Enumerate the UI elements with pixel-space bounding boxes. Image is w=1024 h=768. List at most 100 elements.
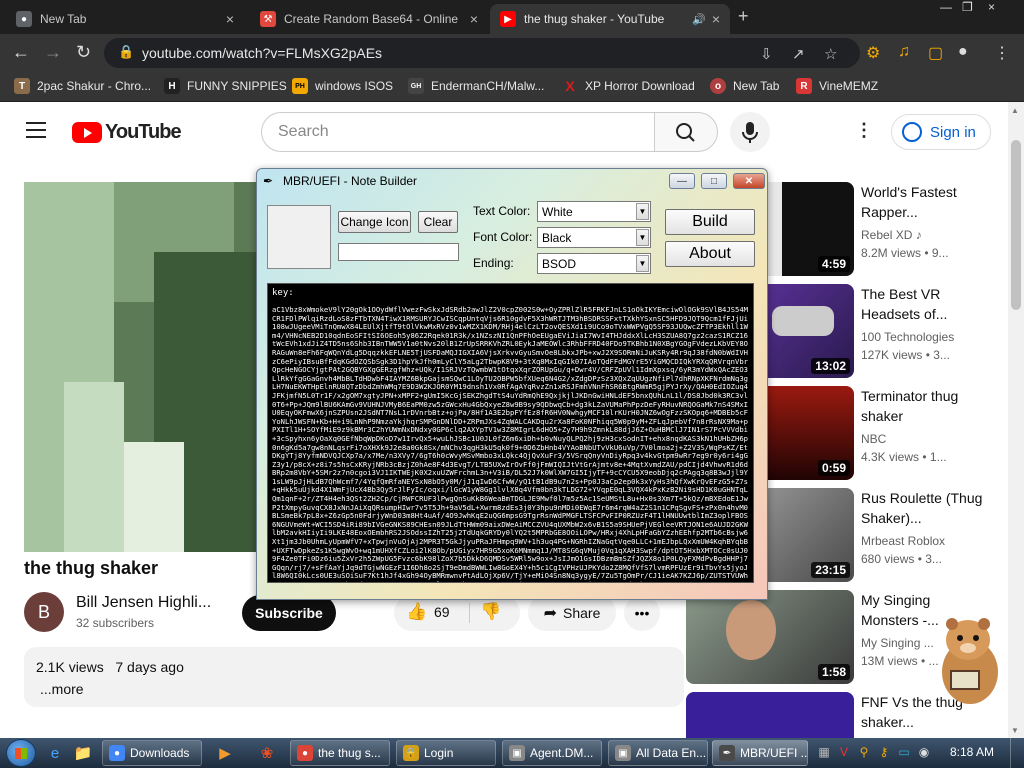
minimize-button[interactable]: — — [669, 173, 695, 189]
close-icon[interactable]: × — [988, 0, 995, 20]
dropdown-arrow-icon[interactable]: ▼ — [636, 203, 649, 220]
tray-key-icon[interactable]: ⚷ — [876, 743, 892, 761]
bookmark-new-tab[interactable]: o New Tab — [710, 78, 779, 94]
taskbar-item-agent[interactable]: ▣ Agent.DM... — [502, 740, 602, 766]
app-icon[interactable]: ❀ — [254, 742, 280, 764]
tray-display-icon[interactable]: ▭ — [896, 743, 912, 761]
related-channel[interactable]: Mrbeast Roblox — [861, 534, 945, 548]
tray-v-icon[interactable]: V — [836, 743, 852, 761]
change-icon-button[interactable]: Change Icon — [338, 211, 411, 233]
tray-volume-icon[interactable]: ◉ — [916, 743, 932, 761]
taskbar-item-note-builder[interactable]: ✒ MBR/UEFI ... — [712, 740, 808, 766]
menu-icon[interactable]: ⋮ — [994, 43, 1010, 63]
build-button[interactable]: Build — [665, 209, 755, 235]
hamster-desktop-pet[interactable] — [930, 612, 1006, 708]
scroll-down-icon[interactable]: ▼ — [1011, 726, 1019, 735]
tab-new-tab[interactable]: ● New Tab × — [6, 4, 244, 34]
note-text-area[interactable]: key: aC1Vbz8xWmokeV9lY20gOk1OOydWflVwezF… — [267, 283, 754, 583]
search-input[interactable]: Search — [261, 112, 655, 152]
subscribe-button[interactable]: Subscribe — [242, 595, 336, 631]
share-icon[interactable]: ↗ — [792, 45, 805, 63]
video-thumbnail[interactable]: 1:58 — [686, 590, 854, 684]
dropdown-arrow-icon[interactable]: ▼ — [636, 255, 649, 272]
close-tab-icon[interactable]: × — [712, 11, 720, 27]
bookmark-vinememz[interactable]: R VineMEMZ — [796, 78, 878, 94]
youtube-logo[interactable]: YouTube — [72, 121, 182, 144]
clear-button[interactable]: Clear — [418, 211, 458, 233]
taskbar-item-login[interactable]: 🔒 Login — [396, 740, 496, 766]
taskbar-clock[interactable]: 8:18 AM — [950, 745, 994, 759]
folder-icon[interactable]: 📁 — [70, 742, 96, 764]
voice-search-button[interactable] — [730, 112, 770, 152]
taskbar-item-youtube[interactable]: ● the thug s... — [290, 740, 390, 766]
related-title[interactable]: The Best VR Headsets of... — [861, 284, 991, 324]
profile-icon[interactable]: ● — [958, 43, 968, 61]
channel-name[interactable]: Bill Jensen Highli... — [76, 594, 211, 612]
show-desktop-button[interactable] — [1010, 738, 1024, 768]
window-title-bar[interactable]: ✒ MBR/UEFI - Note Builder — [263, 174, 417, 188]
icon-path-field[interactable] — [338, 243, 459, 261]
close-tab-icon[interactable]: × — [226, 11, 234, 27]
tab-youtube[interactable]: ▶ the thug shaker - YouTube 🔊 × — [490, 4, 730, 34]
bookmark-star-icon[interactable]: ☆ — [824, 45, 837, 63]
tray-app-icon[interactable]: ▦ — [816, 743, 832, 761]
tray-search-icon[interactable]: ⚲ — [856, 743, 872, 761]
dropdown-arrow-icon[interactable]: ▼ — [636, 229, 649, 246]
taskbar-item-all-data[interactable]: ▣ All Data En... — [608, 740, 708, 766]
channel-avatar[interactable]: B — [24, 592, 64, 632]
start-button[interactable] — [6, 739, 36, 767]
related-channel[interactable]: My Singing ... — [861, 636, 934, 650]
close-button[interactable]: ✕ — [733, 173, 765, 189]
tab-base64[interactable]: ⚒ Create Random Base64 - Online × — [250, 4, 488, 34]
thumbs-down-icon[interactable]: 👎 — [480, 602, 501, 622]
bookmark-endermanch[interactable]: GH EndermanCH/Malw... — [408, 78, 544, 94]
forward-icon[interactable]: → — [44, 42, 62, 63]
side-panel-icon[interactable]: ▢ — [928, 43, 943, 63]
extensions-icon[interactable]: ⚙ — [866, 43, 880, 63]
minimize-icon[interactable]: — — [940, 0, 952, 20]
new-tab-button[interactable]: + — [738, 6, 749, 27]
more-actions-button[interactable]: ••• — [624, 595, 660, 631]
media-player-icon[interactable]: ▶ — [212, 742, 238, 764]
page-scrollbar[interactable]: ▲ ▼ — [1008, 102, 1024, 738]
lock-icon[interactable]: 🔒 — [118, 44, 134, 60]
settings-menu-icon[interactable]: ⋮ — [855, 120, 873, 141]
restore-icon[interactable]: ❐ — [962, 0, 973, 20]
search-button[interactable] — [654, 112, 718, 152]
related-title[interactable]: World's Fastest Rapper... — [861, 182, 991, 222]
video-title: the thug shaker — [24, 558, 159, 578]
show-more-link[interactable]: ...more — [40, 681, 672, 697]
related-title[interactable]: Rus Roulette (Thug Shaker)... — [861, 488, 991, 528]
bookmark-xp-horror[interactable]: X XP Horror Download — [562, 78, 695, 94]
reload-icon[interactable]: ↻ — [76, 42, 91, 63]
video-thumbnail[interactable] — [686, 692, 854, 738]
media-icon[interactable]: ♫ — [898, 43, 910, 61]
thumbs-up-icon[interactable]: 👍 — [406, 602, 427, 622]
speaker-icon[interactable]: 🔊 — [692, 13, 706, 26]
back-icon[interactable]: ← — [12, 42, 30, 63]
bookmark-funny-snippies[interactable]: H FUNNY SNIPPIES — [164, 78, 287, 94]
sign-in-button[interactable]: Sign in — [891, 114, 991, 150]
font-color-select[interactable]: Black ▼ — [537, 227, 651, 248]
bookmark-windows-isos[interactable]: PH windows ISOS — [292, 78, 393, 94]
related-channel[interactable]: NBC — [861, 432, 886, 446]
maximize-button[interactable]: □ — [701, 173, 727, 189]
internet-explorer-icon[interactable]: e — [42, 742, 68, 764]
bookmark-2pac[interactable]: T 2pac Shakur - Chro... — [14, 78, 151, 94]
related-channel[interactable]: 100 Technologies — [861, 330, 954, 344]
share-button[interactable]: ➦ Share — [528, 595, 616, 631]
text-color-select[interactable]: White ▼ — [537, 201, 651, 222]
ending-select[interactable]: BSOD ▼ — [537, 253, 651, 274]
close-tab-icon[interactable]: × — [470, 11, 478, 27]
description-box[interactable]: 2.1K views 7 days ago ...more — [24, 647, 684, 707]
scroll-up-icon[interactable]: ▲ — [1011, 106, 1019, 115]
padlock-icon: 🔒 — [403, 745, 419, 761]
address-bar[interactable]: 🔒 youtube.com/watch?v=FLMsXG2pAEs ⇩ ↗ ☆ — [104, 38, 860, 68]
scrollbar-thumb[interactable] — [1011, 140, 1021, 310]
taskbar-item-downloads[interactable]: ● Downloads — [102, 740, 202, 766]
related-title[interactable]: Terminator thug shaker — [861, 386, 991, 426]
about-button[interactable]: About — [665, 241, 755, 267]
install-app-icon[interactable]: ⇩ — [760, 45, 773, 63]
related-channel[interactable]: Rebel XD ♪ — [861, 228, 922, 242]
hamburger-menu-icon[interactable] — [26, 122, 46, 143]
